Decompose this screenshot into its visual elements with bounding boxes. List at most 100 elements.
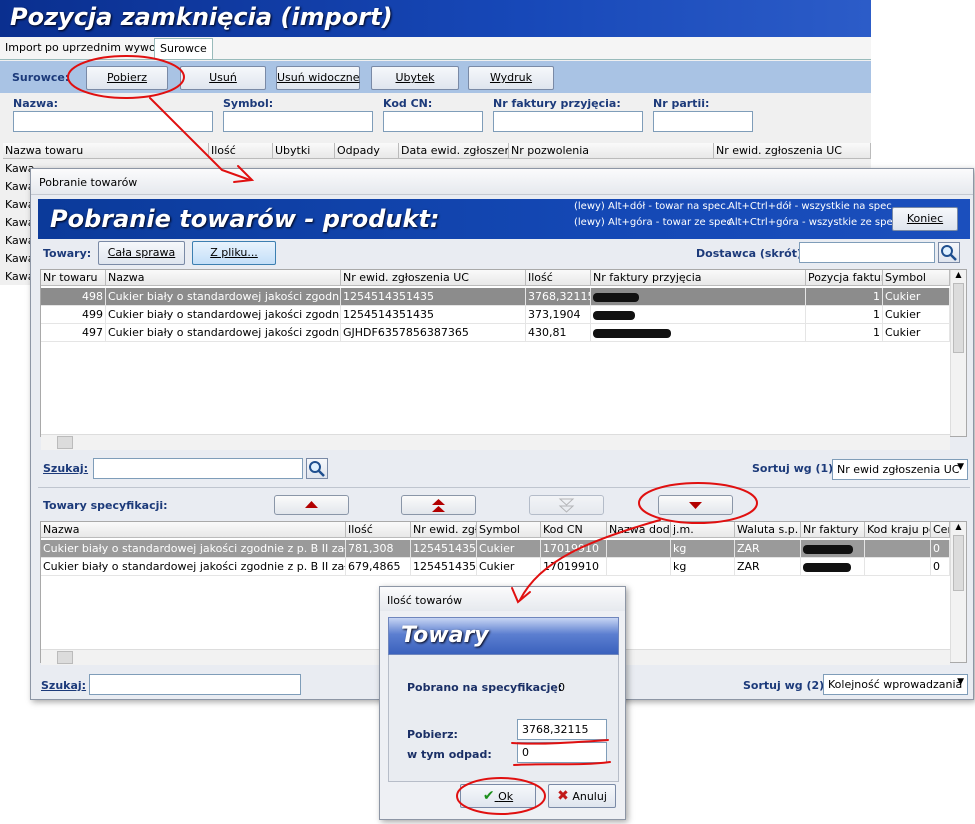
sort2-label: Sortuj wg (2): — [743, 679, 829, 692]
move-down-button[interactable] — [658, 495, 733, 515]
tab-import[interactable]: Import po uprzednim wywozie — [0, 38, 176, 59]
top-grid-hscroll[interactable] — [41, 434, 950, 450]
spec-col-kodcn[interactable]: Kod CN — [541, 522, 607, 537]
search-input[interactable] — [93, 458, 303, 479]
spec-col-cer[interactable]: Cer — [931, 522, 950, 537]
scroll-thumb[interactable] — [953, 283, 964, 353]
bg-col-data[interactable]: Data ewid. zgłoszenia — [399, 143, 509, 158]
list-item[interactable]: Kawa — [3, 214, 35, 232]
bg-col-ilosc[interactable]: Ilość — [209, 143, 273, 158]
list-item[interactable]: Kawa — [3, 160, 35, 178]
dostawca-search-button[interactable] — [938, 242, 960, 263]
top-grid-vscroll[interactable]: ▲ — [950, 270, 966, 436]
table-row[interactable]: Cukier biały o standardowej jakości zgod… — [41, 540, 950, 558]
ok-button[interactable]: ✔ Ok — [460, 784, 536, 808]
list-item[interactable]: Kawa — [3, 178, 35, 196]
table-row[interactable]: Cukier biały o standardowej jakości zgod… — [41, 558, 950, 576]
double-arrow-up-icon — [432, 499, 445, 512]
dostawca-input[interactable] — [799, 242, 935, 263]
list-item[interactable]: Kawa — [3, 250, 35, 268]
hint-4: Alt+Ctrl+góra - wszystkie ze spec. — [728, 217, 902, 228]
spec-col-jm[interactable]: j.m. — [671, 522, 735, 537]
spec-divider — [38, 487, 970, 488]
spec-scroll-thumb[interactable] — [953, 535, 964, 591]
bg-col-ewid[interactable]: Nr ewid. zgłoszenia UC — [714, 143, 871, 158]
hint-2: Alt+Ctrl+dół - wszystkie na spec. — [728, 201, 895, 212]
bg-col-ubytki[interactable]: Ubytki — [273, 143, 335, 158]
spec-col-nazwa-dod[interactable]: Nazwa doda — [607, 522, 671, 537]
spec-cell-kraj — [865, 558, 931, 575]
odpad-input[interactable]: 0 — [517, 742, 607, 763]
spec-cell-kod: 17019910 — [541, 540, 607, 557]
table-row[interactable]: 499 Cukier biały o standardowej jakości … — [41, 306, 950, 324]
col-symbol[interactable]: Symbol — [883, 270, 950, 285]
cell-poz: 1 — [806, 324, 883, 341]
col-nr-faktury[interactable]: Nr faktury przyjęcia — [591, 270, 806, 285]
pobierz-input[interactable]: 3768,32115 — [517, 719, 607, 740]
table-row[interactable]: 498 Cukier biały o standardowej jakości … — [41, 288, 950, 306]
wydruk-button[interactable]: Wydruk — [468, 66, 554, 90]
cell-symbol: Cukier — [883, 324, 950, 341]
z-pliku-button[interactable]: Z pliku... — [192, 241, 276, 265]
spec-hscroll-thumb[interactable] — [57, 651, 73, 664]
surowce-label: Surowce: — [12, 71, 70, 84]
pobrano-value: 0 — [558, 681, 565, 694]
spec-cell-waluta: ZAR — [735, 540, 801, 557]
col-ilosc[interactable]: Ilość — [526, 270, 591, 285]
spec-col-symbol[interactable]: Symbol — [477, 522, 541, 537]
spec-col-waluta[interactable]: Waluta s.p. — [735, 522, 801, 537]
sort2-value: Kolejność wprowadzania — [828, 678, 963, 691]
list-item[interactable]: Kawa — [3, 268, 35, 286]
spec-scroll-up-arrow-icon[interactable]: ▲ — [951, 522, 966, 531]
spec-col-ewid[interactable]: Nr ewid. zgło — [411, 522, 477, 537]
hscroll-thumb[interactable] — [57, 436, 73, 449]
cell-ilosc: 3768,32115 — [528, 288, 591, 305]
scroll-up-arrow-icon[interactable]: ▲ — [951, 270, 966, 279]
col-pozycja[interactable]: Pozycja faktury — [806, 270, 883, 285]
usun-button[interactable]: Usuń — [180, 66, 266, 90]
usun-widoczne-button[interactable]: Usuń widoczne — [276, 66, 360, 90]
table-row[interactable]: 497 Cukier biały o standardowej jakości … — [41, 324, 950, 342]
sort2-select[interactable]: Kolejność wprowadzania ▼ — [823, 674, 968, 695]
koniec-button[interactable]: Koniec — [892, 207, 958, 231]
ubytek-button[interactable]: Ubytek — [371, 66, 459, 90]
list-item[interactable]: Kawa — [3, 232, 35, 250]
cell-ewid: GJHDF6357856387365 — [341, 324, 526, 341]
search2-input[interactable] — [89, 674, 301, 695]
cala-sprawa-button[interactable]: Cała sprawa — [98, 241, 185, 265]
towary-label: Towary: — [43, 247, 92, 260]
spec-col-faktura[interactable]: Nr faktury — [801, 522, 865, 537]
col-nazwa[interactable]: Nazwa — [106, 270, 341, 285]
col-nr-towaru[interactable]: Nr towaru — [41, 270, 106, 285]
dialog-header-title: Pobranie towarów - produkt: — [50, 205, 440, 233]
filter-kodcn-input[interactable] — [383, 111, 483, 132]
list-item[interactable]: Kawa — [3, 196, 35, 214]
spec-cell-ilosc: 781,308 — [346, 540, 411, 557]
pobierz-button[interactable]: Pobierz — [86, 66, 168, 90]
col-nr-ewid[interactable]: Nr ewid. zgłoszenia UC — [341, 270, 526, 285]
top-grid-header: Nr towaru Nazwa Nr ewid. zgłoszenia UC I… — [41, 270, 950, 286]
filter-nazwa-input[interactable] — [13, 111, 213, 132]
cell-nr: 499 — [41, 306, 106, 323]
anuluj-label: Anuluj — [572, 790, 607, 803]
sort1-select[interactable]: Nr ewid zgłoszenia UC ▼ — [832, 459, 968, 480]
move-up-button[interactable] — [274, 495, 349, 515]
bg-col-nazwa[interactable]: Nazwa towaru — [3, 143, 209, 158]
bg-col-odpady[interactable]: Odpady — [335, 143, 399, 158]
tab-surowce[interactable]: Surowce — [154, 38, 213, 59]
move-all-down-button[interactable] — [529, 495, 604, 515]
bg-header-banner: Pozycja zamknięcia (import) — [0, 0, 871, 37]
bg-col-pozwolenie[interactable]: Nr pozwolenia — [509, 143, 714, 158]
spec-col-ilosc[interactable]: Ilość — [346, 522, 411, 537]
filter-partia-input[interactable] — [653, 111, 753, 132]
filter-faktura-input[interactable] — [493, 111, 643, 132]
anuluj-button[interactable]: ✖ Anuluj — [548, 784, 616, 808]
spec-grid-vscroll[interactable]: ▲ — [950, 522, 966, 662]
move-all-up-button[interactable] — [401, 495, 476, 515]
search-button[interactable] — [306, 458, 328, 479]
filter-symbol-input[interactable] — [223, 111, 373, 132]
search-label: Szukaj: — [43, 462, 89, 475]
bg-grid-header: Nazwa towaru Ilość Ubytki Odpady Data ew… — [3, 143, 871, 159]
spec-col-kraj[interactable]: Kod kraju po — [865, 522, 931, 537]
spec-col-nazwa[interactable]: Nazwa — [41, 522, 346, 537]
